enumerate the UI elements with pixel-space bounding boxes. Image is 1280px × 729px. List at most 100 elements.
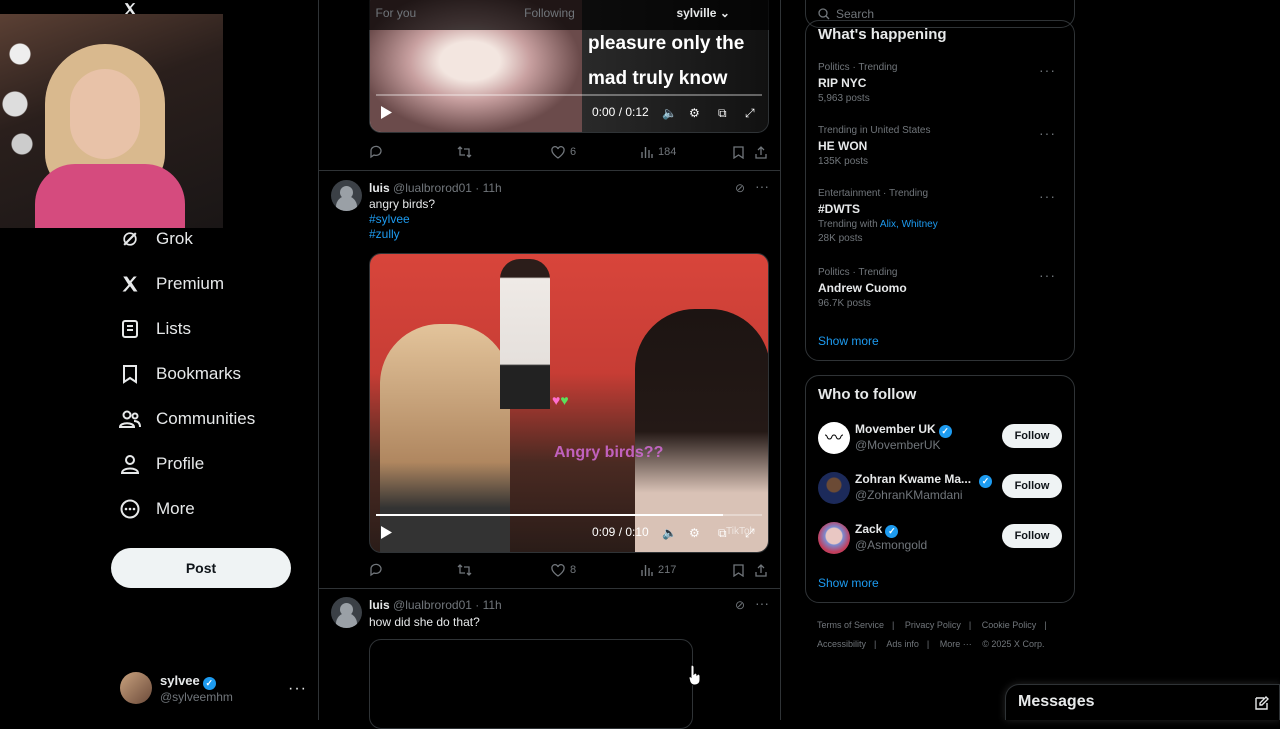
footer-separator: | (926, 639, 930, 649)
share-button[interactable] (755, 563, 772, 577)
grok-icon[interactable]: ⊘ (735, 598, 745, 612)
settings-icon[interactable]: ⚙ (689, 106, 700, 120)
tab-for-you[interactable]: For you (319, 0, 473, 30)
avatar[interactable]: 〰 (818, 422, 850, 454)
views-button[interactable]: 184 (641, 146, 676, 158)
footer-link-cookie[interactable]: Cookie Policy (982, 620, 1037, 630)
footer-link-more[interactable]: More ··· (940, 639, 972, 649)
tweet-more-icon[interactable]: ··· (755, 178, 769, 194)
avatar[interactable] (818, 472, 850, 504)
follow-suggestion[interactable]: Zack ✓ @Asmongold Follow (818, 520, 1064, 556)
sidebar-item-communities[interactable]: Communities (118, 401, 255, 437)
video-progress-bar[interactable] (376, 94, 762, 96)
bookmark-button[interactable] (733, 563, 749, 577)
show-more-link[interactable]: Show more (818, 576, 879, 590)
trend-more-icon[interactable]: ··· (1039, 62, 1056, 78)
fullscreen-icon[interactable]: ⤢ (745, 106, 755, 121)
like-count: 6 (570, 146, 577, 158)
footer-separator: | (892, 620, 895, 630)
trend-more-icon[interactable]: ··· (1039, 188, 1056, 204)
new-message-icon[interactable] (1254, 695, 1270, 716)
account-name: sylvee (160, 672, 200, 688)
play-icon[interactable] (380, 526, 392, 542)
reply-button[interactable] (369, 145, 388, 159)
follow-button[interactable]: Follow (1002, 424, 1062, 448)
video-progress-bar[interactable] (376, 514, 762, 516)
footer-link-terms[interactable]: Terms of Service (817, 620, 884, 630)
trending-with-link[interactable]: Alix, Whitney (880, 219, 938, 230)
trend-title: Andrew Cuomo (818, 281, 907, 295)
tab-following[interactable]: Following (473, 0, 627, 30)
footer-separator: | (874, 639, 877, 649)
video-time: 0:09 / 0:10 (592, 525, 649, 539)
tweet-video[interactable] (369, 639, 693, 729)
messages-drawer[interactable]: Messages (1005, 684, 1280, 720)
suggestion-name-row: Movember UK ✓ (855, 422, 952, 438)
author-name[interactable]: luis (369, 181, 390, 195)
account-switcher[interactable]: sylvee ✓ @sylveemhm (120, 672, 233, 704)
trend-item[interactable]: Trending in United States HE WON 135K po… (818, 125, 1064, 167)
trend-more-icon[interactable]: ··· (1039, 125, 1056, 141)
sidebar-item-bookmarks[interactable]: Bookmarks (118, 356, 241, 392)
video-frame-waiter (500, 259, 550, 409)
repost-button[interactable] (457, 145, 477, 159)
follow-suggestion[interactable]: 〰 Movember UK ✓ @MovemberUK Follow (818, 420, 1064, 456)
sidebar-item-label: Lists (156, 319, 191, 338)
show-more-link[interactable]: Show more (818, 334, 879, 348)
trend-more-icon[interactable]: ··· (1039, 267, 1056, 283)
tweet-more-icon[interactable]: ··· (755, 595, 769, 611)
trend-item[interactable]: Politics · Trending RIP NYC 5,963 posts … (818, 62, 1064, 104)
tab-label: sylville (676, 6, 717, 20)
trend-title: RIP NYC (818, 76, 867, 90)
hashtag-link[interactable]: #sylvee (369, 212, 435, 227)
trend-item[interactable]: Politics · Trending Andrew Cuomo 96.7K p… (818, 267, 1064, 309)
like-button[interactable]: 8 (551, 563, 576, 577)
tweet-video[interactable]: ♥♥ Angry birds?? TikTok 0:09 / 0:10 🔈 ⚙ … (369, 253, 769, 553)
reply-button[interactable] (369, 563, 388, 577)
sidebar-item-lists[interactable]: Lists (118, 311, 191, 347)
settings-icon[interactable]: ⚙ (689, 526, 700, 540)
author-name[interactable]: luis (369, 598, 390, 612)
post-button[interactable]: Post (111, 548, 291, 588)
tab-list-sylville[interactable]: sylville ⌄ (626, 0, 780, 30)
footer-link-privacy[interactable]: Privacy Policy (905, 620, 961, 630)
account-more-icon[interactable]: ··· (288, 680, 307, 698)
pip-icon[interactable]: ⧉ (718, 526, 727, 541)
sidebar-item-more[interactable]: More (118, 491, 195, 527)
avatar[interactable] (331, 180, 362, 211)
grok-icon[interactable]: ⊘ (735, 181, 745, 195)
sidebar-item-premium[interactable]: Premium (118, 266, 224, 302)
trending-with: Trending with Alix, Whitney (818, 219, 1064, 230)
webcam-overlay (0, 14, 223, 228)
trend-item[interactable]: Entertainment · Trending #DWTS Trending … (818, 188, 1064, 244)
list-icon (118, 317, 142, 341)
like-button[interactable]: 6 (551, 145, 577, 159)
tweet-time[interactable]: 11h (483, 181, 502, 195)
fullscreen-icon[interactable]: ⤢ (745, 526, 755, 541)
pip-icon[interactable]: ⧉ (718, 106, 727, 121)
follow-button[interactable]: Follow (1002, 474, 1062, 498)
author-handle[interactable]: @lualbrorod01 (393, 181, 472, 195)
follow-button[interactable]: Follow (1002, 524, 1062, 548)
bookmark-button[interactable] (733, 145, 749, 159)
author-handle[interactable]: @lualbrorod01 (393, 598, 472, 612)
volume-icon[interactable]: 🔈 (662, 526, 677, 540)
avatar[interactable] (331, 597, 362, 628)
footer-link-ads-info[interactable]: Ads info (886, 639, 919, 649)
share-button[interactable] (755, 145, 772, 159)
streamer-body-image (35, 164, 185, 228)
tweet-time[interactable]: 11h (483, 598, 502, 612)
follow-suggestion[interactable]: Zohran Kwame Ma... ✓ @ZohranKMamdani Foll… (818, 470, 1064, 506)
views-button[interactable]: 217 (641, 564, 676, 576)
repost-button[interactable] (457, 563, 477, 577)
trend-context: Politics · Trending (818, 267, 898, 278)
volume-icon[interactable]: 🔈 (662, 106, 677, 120)
footer-link-accessibility[interactable]: Accessibility (817, 639, 866, 649)
sidebar-item-profile[interactable]: Profile (118, 446, 204, 482)
avatar[interactable] (818, 522, 850, 554)
trend-count: 5,963 posts (818, 93, 870, 104)
hashtag-link[interactable]: #zully (369, 227, 435, 242)
play-icon[interactable] (380, 106, 392, 122)
video-caption-line-2: mad truly know (588, 68, 728, 89)
video-overlay-text: Angry birds?? (554, 444, 664, 461)
